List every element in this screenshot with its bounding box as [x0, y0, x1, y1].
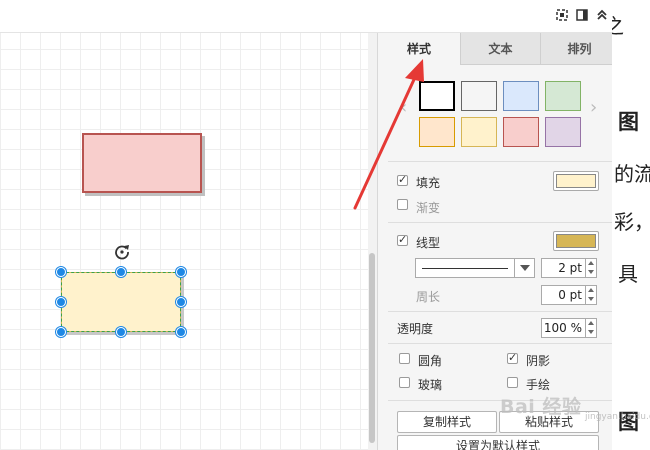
toolbar-icons — [555, 8, 609, 22]
resize-handle-se[interactable] — [176, 327, 186, 337]
line-color-button[interactable] — [553, 231, 599, 251]
style-swatch[interactable] — [503, 117, 539, 147]
resize-handle-e[interactable] — [176, 297, 186, 307]
set-default-style-button[interactable]: 设置为默认样式 — [397, 435, 599, 450]
rounded-checkbox[interactable] — [399, 353, 410, 364]
resize-handle-ne[interactable] — [176, 267, 186, 277]
app-window: 样式 文本 排列 ‹ › 填充 渐变 线型 — [0, 0, 650, 450]
style-swatch[interactable] — [545, 117, 581, 147]
style-swatch[interactable] — [503, 81, 539, 111]
line-color-chip — [556, 234, 596, 248]
line-label: 线型 — [416, 236, 441, 250]
background-text: 图 — [618, 109, 639, 134]
line-style-preview — [422, 268, 508, 269]
chevron-right-icon[interactable]: › — [590, 97, 597, 118]
resize-handle-sw[interactable] — [56, 327, 66, 337]
watermark-url: jingyan.baidu.com — [585, 412, 650, 422]
glass-label: 玻璃 — [418, 378, 443, 392]
style-swatch[interactable] — [461, 81, 497, 111]
line-width-input[interactable]: 2 pt — [541, 258, 597, 278]
sketch-checkbox[interactable] — [507, 377, 518, 388]
annotation-arrow — [353, 59, 424, 210]
perimeter-label: 周长 — [416, 290, 441, 304]
background-text: 具 — [618, 262, 638, 286]
fit-icon[interactable] — [555, 8, 569, 22]
sketch-label: 手绘 — [526, 378, 551, 392]
fill-color-chip — [556, 174, 596, 188]
opacity-value: 100 % — [543, 321, 582, 335]
stepper-icon[interactable] — [585, 259, 596, 277]
perimeter-input[interactable]: 0 pt — [541, 285, 597, 305]
divider — [388, 343, 617, 344]
top-toolbar — [0, 0, 650, 33]
background-text: 彩， — [614, 210, 650, 234]
divider — [388, 222, 617, 223]
rounded-label: 圆角 — [418, 354, 443, 368]
panel-icon[interactable] — [575, 8, 589, 22]
shadow-checkbox[interactable] — [507, 351, 518, 364]
chevron-down-icon[interactable] — [514, 259, 534, 277]
red-rectangle-shape[interactable] — [82, 133, 202, 193]
collapse-icon[interactable] — [595, 8, 609, 22]
stepper-icon[interactable] — [585, 319, 596, 337]
tab-arrange[interactable]: 排列 — [540, 33, 617, 65]
line-checkbox[interactable] — [397, 233, 408, 246]
stepper-icon[interactable] — [585, 286, 596, 304]
line-style-select[interactable] — [415, 258, 535, 278]
selection-outline — [61, 272, 181, 332]
fill-color-button[interactable] — [553, 171, 599, 191]
style-swatch[interactable] — [461, 117, 497, 147]
watermark-logo: Bai 经验 — [500, 396, 582, 418]
line-width-value: 2 pt — [558, 261, 582, 275]
resize-handle-nw[interactable] — [56, 267, 66, 277]
resize-handle-w[interactable] — [56, 297, 66, 307]
background-text: 的流 — [614, 162, 650, 186]
shadow-label: 阴影 — [526, 354, 551, 368]
opacity-input[interactable]: 100 % — [541, 318, 597, 338]
copy-style-button[interactable]: 复制样式 — [397, 411, 497, 433]
divider — [388, 311, 617, 312]
opacity-label: 透明度 — [397, 322, 434, 336]
diagram-canvas[interactable] — [0, 33, 368, 450]
scrollbar-thumb[interactable] — [369, 253, 375, 443]
background-article: 之 图 的流 彩， 具 图 — [612, 0, 650, 450]
glass-checkbox[interactable] — [399, 377, 410, 388]
rotate-icon[interactable] — [113, 243, 131, 261]
style-swatch[interactable] — [545, 81, 581, 111]
perimeter-value: 0 pt — [558, 288, 582, 302]
resize-handle-s[interactable] — [116, 327, 126, 337]
background-text: 之 — [612, 14, 624, 38]
resize-handle-n[interactable] — [116, 267, 126, 277]
tab-text[interactable]: 文本 — [460, 33, 540, 65]
